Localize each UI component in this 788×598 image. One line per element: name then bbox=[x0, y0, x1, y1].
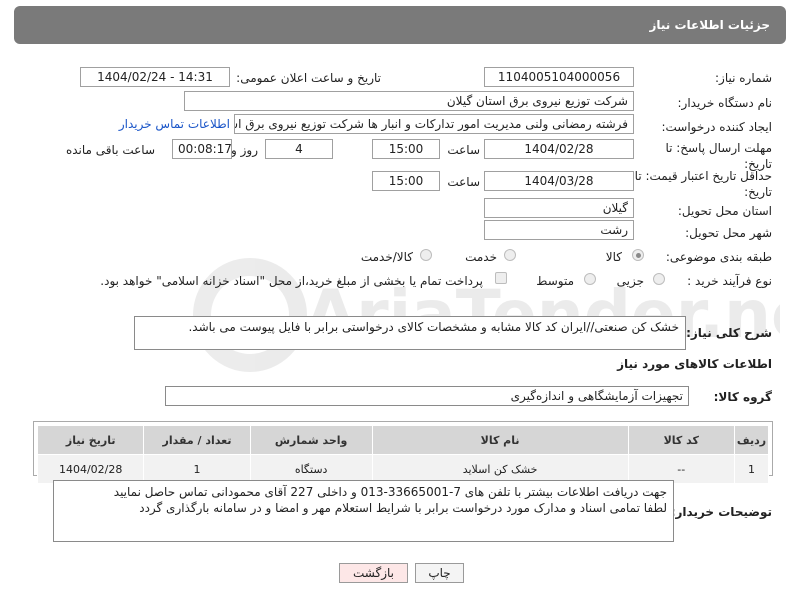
category-option-goods: کالا bbox=[605, 250, 622, 264]
announce-datetime-label: تاریخ و ساعت اعلان عمومی: bbox=[236, 71, 381, 85]
col-header-code: کد کالا bbox=[627, 425, 735, 455]
category-radio-goods[interactable] bbox=[632, 249, 644, 261]
items-table: ردیف کد کالا نام کالا واحد شمارش تعداد /… bbox=[36, 425, 770, 484]
validity-time-label: ساعت bbox=[447, 175, 480, 189]
validity-time-field: 15:00 bbox=[372, 171, 440, 191]
buyer-org-field: شرکت توزیع نیروی برق استان گیلان bbox=[184, 91, 634, 111]
cell-row-num: 1 bbox=[733, 454, 770, 484]
header-panel: جزئیات اطلاعات نیاز bbox=[14, 6, 786, 44]
purchase-radio-medium[interactable] bbox=[584, 273, 596, 285]
city-label: شهر محل تحویل: bbox=[685, 226, 772, 240]
items-table-wrapper: ردیف کد کالا نام کالا واحد شمارش تعداد /… bbox=[33, 421, 773, 484]
province-label: استان محل تحویل: bbox=[677, 204, 772, 218]
reply-date-field: 1404/02/28 bbox=[484, 139, 634, 159]
category-option-goods-service: کالا/خدمت bbox=[360, 250, 413, 264]
purchase-option-medium: متوسط bbox=[536, 274, 574, 288]
requester-field: فرشته رمضانی ولنی مدیریت امور تدارکات و … bbox=[234, 114, 634, 134]
description-field: خشک کن صنعتی//ایران کد کالا مشابه و مشخص… bbox=[134, 316, 686, 350]
buyer-notes-label: توضیحات خریدار: bbox=[670, 505, 772, 519]
buyer-contact-link[interactable]: اطلاعات تماس خریدار bbox=[119, 117, 230, 131]
col-header-name: نام کالا bbox=[371, 425, 629, 455]
category-radio-service[interactable] bbox=[504, 249, 516, 261]
purchase-type-label: نوع فرآیند خرید : bbox=[687, 274, 772, 288]
category-option-service: خدمت bbox=[465, 250, 497, 264]
announce-datetime-field: 1404/02/24 - 14:31 bbox=[80, 67, 230, 87]
col-header-row-num: ردیف bbox=[733, 425, 770, 455]
category-label: طبقه بندی موضوعی: bbox=[665, 250, 772, 264]
back-button[interactable]: بازگشت bbox=[339, 563, 408, 583]
purchase-radio-partial[interactable] bbox=[653, 273, 665, 285]
reply-time-label: ساعت bbox=[447, 143, 480, 157]
page-title: جزئیات اطلاعات نیاز bbox=[649, 18, 770, 32]
need-number-label: شماره نیاز: bbox=[715, 71, 772, 85]
purchase-option-partial: جزیی bbox=[616, 274, 644, 288]
days-field: 4 bbox=[265, 139, 333, 159]
buyer-notes-line-2: لطفا تمامی اسناد و مدارک مورد درخواست بر… bbox=[139, 501, 667, 515]
col-header-need-date: تاریخ نیاز bbox=[36, 425, 145, 455]
col-header-quantity: تعداد / مقدار bbox=[143, 425, 251, 455]
goods-group-label: گروه کالا: bbox=[713, 390, 772, 404]
col-header-unit: واحد شمارش bbox=[249, 425, 373, 455]
table-header-row: ردیف کد کالا نام کالا واحد شمارش تعداد /… bbox=[36, 425, 770, 455]
city-field: رشت bbox=[484, 220, 634, 240]
remaining-time-field: 00:08:17 bbox=[172, 139, 232, 159]
print-button[interactable]: چاپ bbox=[415, 563, 464, 583]
requester-label: ایجاد کننده درخواست: bbox=[661, 120, 772, 134]
reply-time-field: 15:00 bbox=[372, 139, 440, 159]
day-and-label: روز و bbox=[231, 143, 258, 157]
category-radio-goods-service[interactable] bbox=[420, 249, 432, 261]
treasury-payment-note: پرداخت تمام یا بخشی از مبلغ خرید،از محل … bbox=[100, 274, 483, 288]
description-label: شرح کلی نیاز: bbox=[686, 326, 772, 340]
goods-info-title: اطلاعات کالاهای مورد نیاز bbox=[617, 357, 772, 371]
province-field: گیلان bbox=[484, 198, 634, 218]
price-validity-label: حداقل تاریخ اعتبار قیمت: تا تاریخ: bbox=[634, 169, 772, 199]
buyer-notes-line-1: جهت دریافت اطلاعات بیشتر با تلفن های 7-3… bbox=[113, 485, 667, 499]
need-number-field: 1104005104000056 bbox=[484, 67, 634, 87]
buyer-notes-field: جهت دریافت اطلاعات بیشتر با تلفن های 7-3… bbox=[53, 480, 674, 542]
remaining-label: ساعت باقی مانده bbox=[65, 143, 155, 157]
buyer-org-label: نام دستگاه خریدار: bbox=[677, 96, 773, 110]
validity-date-field: 1404/03/28 bbox=[484, 171, 634, 191]
goods-group-field: تجهیزات آزمایشگاهی و اندازه‌گیری bbox=[165, 386, 689, 406]
treasury-payment-checkbox[interactable] bbox=[495, 272, 507, 284]
